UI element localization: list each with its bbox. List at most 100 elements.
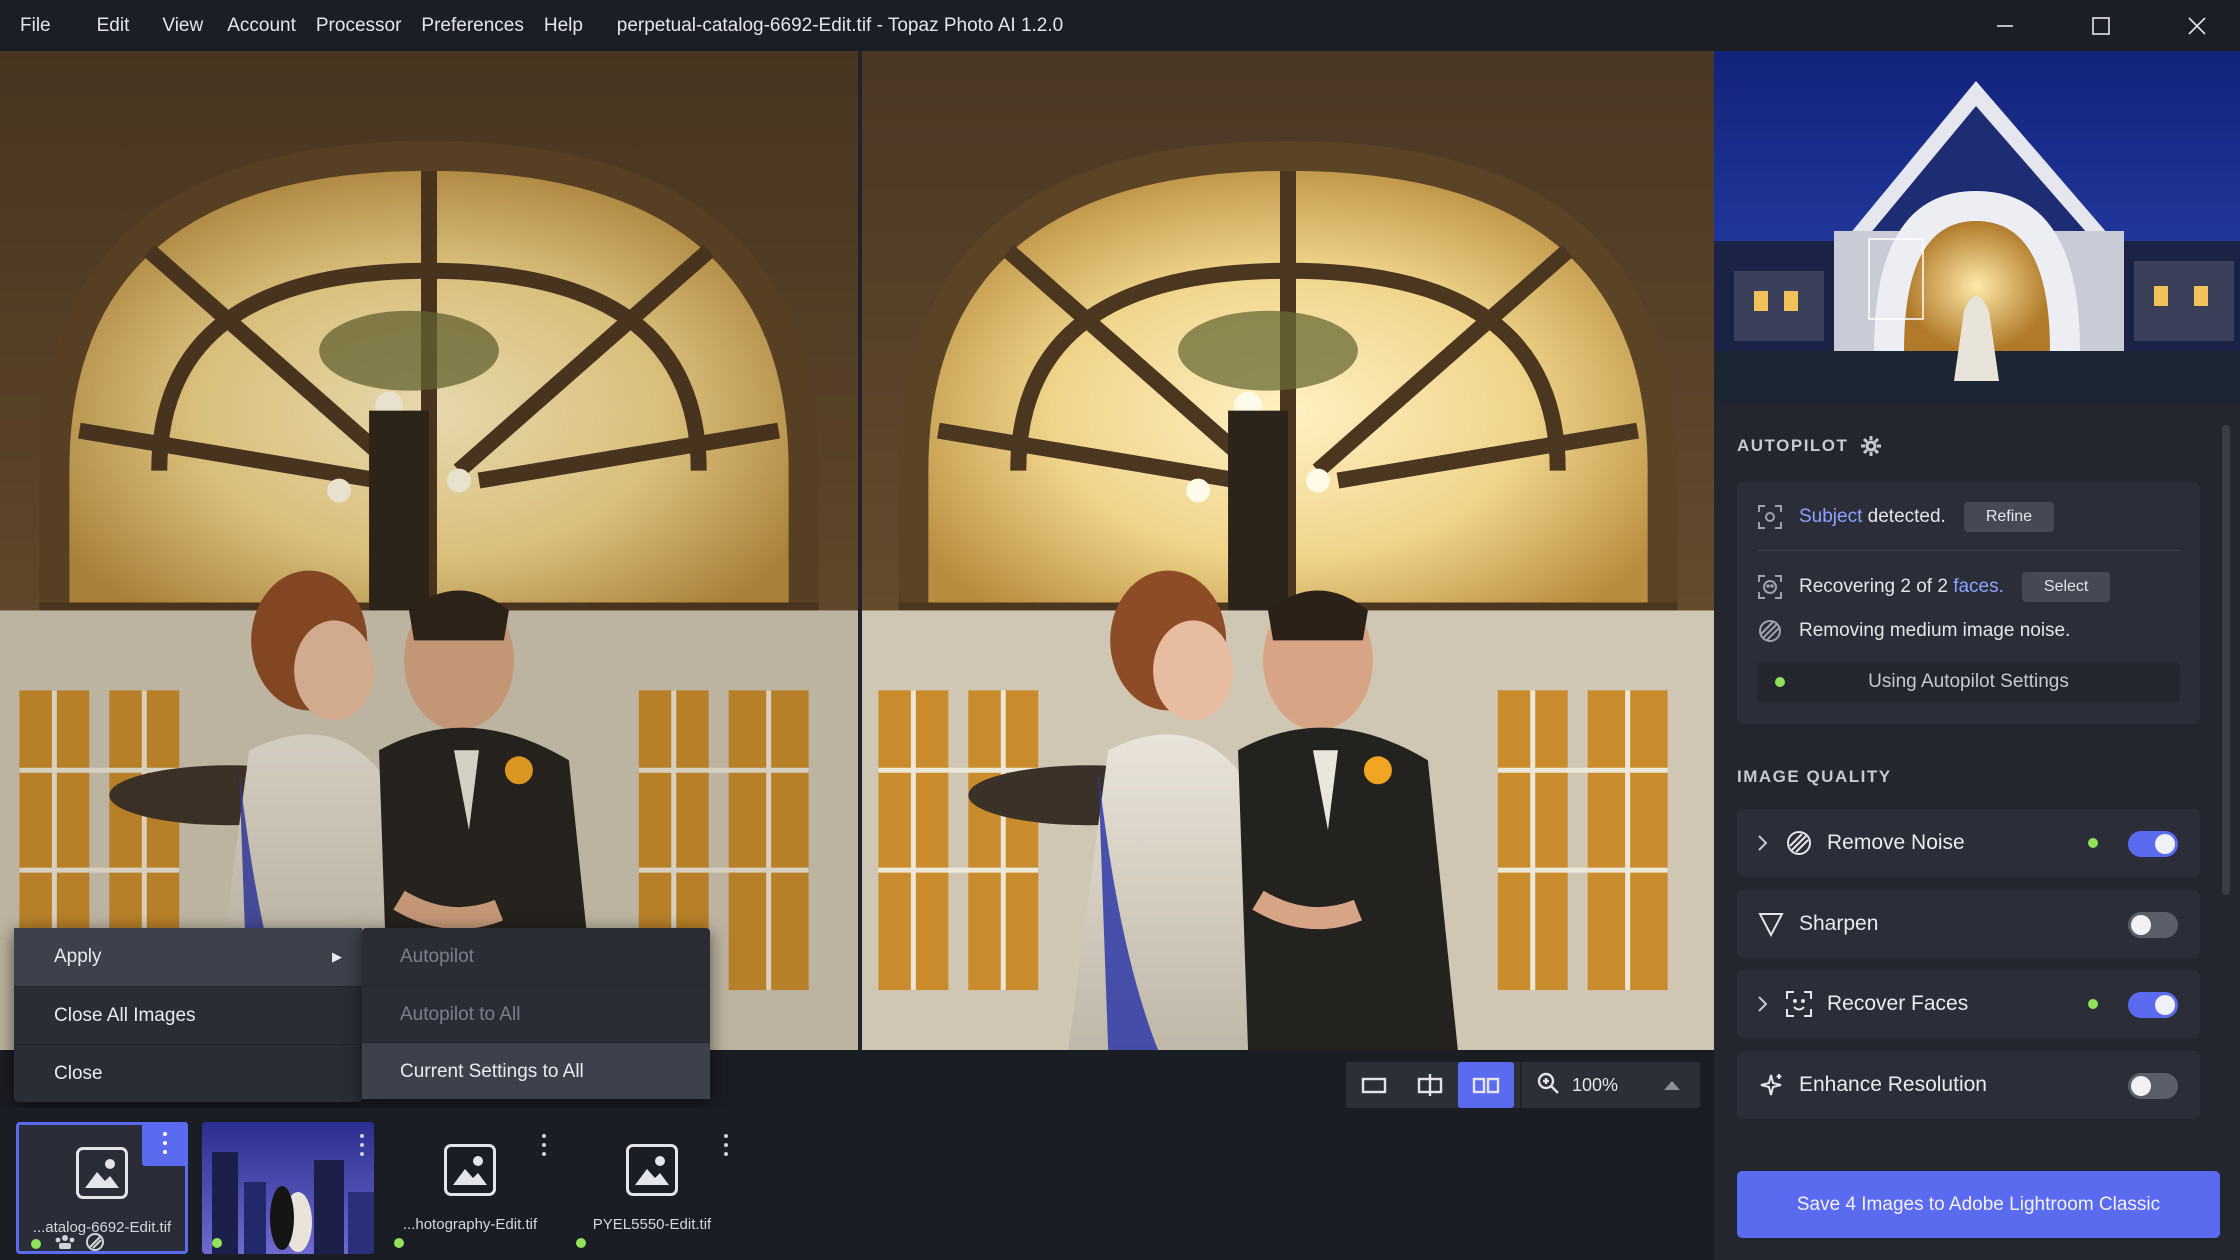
faces-row: Recovering 2 of 2 faces. Select — [1757, 568, 2111, 606]
close-window-button[interactable] — [2149, 0, 2240, 51]
enhance-resolution-row[interactable]: Enhance Resolution — [1737, 1051, 2200, 1119]
more-options-icon[interactable] — [542, 1134, 546, 1161]
faces-link[interactable]: faces. — [1953, 576, 2004, 598]
face-icon — [1757, 574, 1783, 600]
refine-button[interactable]: Refine — [1963, 502, 2055, 532]
submenu-current-settings-to-all[interactable]: Current Settings to All — [362, 1042, 710, 1099]
panel-scrollbar[interactable] — [2222, 425, 2230, 895]
apply-submenu: Autopilot Autopilot to All Current Setti… — [362, 928, 710, 1099]
submenu-arrow-icon: ▶ — [332, 949, 342, 964]
gear-icon[interactable] — [1860, 435, 1882, 457]
thumb-photo — [202, 1122, 374, 1254]
navigator-photo — [1714, 51, 2240, 403]
sharpen-icon — [1757, 910, 1785, 938]
noise-text: Removing medium image noise. — [1799, 620, 2071, 641]
status-dot — [2088, 838, 2098, 848]
image-quality-heading: IMAGE QUALITY — [1737, 767, 1892, 786]
autopilot-separator — [1757, 550, 2180, 551]
save-button[interactable]: Save 4 Images to Adobe Lightroom Classic — [1737, 1171, 2220, 1238]
thumbnail-context-menu: Apply ▶ Close All Images Close — [14, 928, 362, 1102]
more-options-icon — [163, 1132, 167, 1159]
maximize-icon — [2092, 16, 2110, 35]
subject-link[interactable]: Subject — [1799, 506, 1862, 528]
thumb-filename: ...hotography-Edit.tif — [402, 1216, 538, 1233]
filmstrip-thumb-3[interactable]: ...hotography-Edit.tif — [384, 1122, 556, 1254]
remove-noise-label: Remove Noise — [1827, 831, 1965, 854]
enhance-resolution-label: Enhance Resolution — [1799, 1073, 1987, 1096]
preview-image-pane[interactable] — [862, 51, 1714, 1050]
split-view-button[interactable] — [1402, 1062, 1458, 1108]
sharpen-row[interactable]: Sharpen — [1737, 890, 2200, 958]
status-dot — [212, 1238, 222, 1248]
recover-faces-row[interactable]: Recover Faces — [1737, 970, 2200, 1038]
status-dot — [2088, 999, 2098, 1009]
faces-icon — [55, 1235, 75, 1249]
submenu-autopilot-to-all: Autopilot to All — [362, 985, 710, 1042]
zoom-icon[interactable] — [1536, 1071, 1560, 1100]
filmstrip: ...atalog-6692-Edit.tif ...hotography-Ed… — [0, 1108, 1714, 1260]
noise-icon — [86, 1233, 104, 1251]
filmstrip-thumb-1[interactable]: ...atalog-6692-Edit.tif — [16, 1122, 188, 1254]
single-view-button[interactable] — [1346, 1062, 1402, 1108]
chevron-right-icon[interactable] — [1755, 994, 1769, 1019]
side-by-side-view-button[interactable] — [1458, 1062, 1514, 1108]
single-view-icon — [1361, 1077, 1387, 1094]
context-apply[interactable]: Apply ▶ — [14, 928, 362, 986]
autopilot-heading: AUTOPILOT — [1737, 435, 1882, 457]
subject-row: Subject detected. Refine — [1757, 498, 2055, 536]
thumb-menu-button[interactable] — [142, 1122, 188, 1166]
autopilot-status-text: Using Autopilot Settings — [1868, 671, 2069, 692]
remove-noise-toggle[interactable] — [2128, 831, 2178, 857]
original-photo — [0, 51, 858, 1050]
filmstrip-thumb-2[interactable] — [202, 1122, 374, 1254]
chevron-right-icon[interactable] — [1755, 833, 1769, 858]
processed-photo — [862, 51, 1714, 1050]
navigator-preview[interactable] — [1714, 51, 2240, 403]
autopilot-status[interactable]: Using Autopilot Settings — [1757, 662, 2180, 702]
enhance-resolution-icon — [1757, 1071, 1785, 1099]
faces-text: Recovering 2 of 2 — [1799, 576, 1948, 597]
image-viewer[interactable] — [0, 51, 1714, 1050]
sharpen-label: Sharpen — [1799, 912, 1879, 935]
subject-text: detected. — [1867, 506, 1946, 527]
recover-faces-label: Recover Faces — [1827, 992, 1969, 1015]
remove-noise-icon — [1785, 829, 1813, 857]
more-options-icon[interactable] — [360, 1134, 364, 1161]
sharpen-toggle[interactable] — [2128, 912, 2178, 938]
more-options-icon[interactable] — [724, 1134, 728, 1161]
context-apply-label: Apply — [54, 946, 102, 967]
zoom-level[interactable]: 100% — [1572, 1075, 1652, 1096]
thumb-filename: PYEL5550-Edit.tif — [592, 1216, 712, 1233]
window-title: perpetual-catalog-6692-Edit.tif - Topaz … — [616, 15, 1064, 36]
filmstrip-thumb-4[interactable]: PYEL5550-Edit.tif — [566, 1122, 738, 1254]
subject-icon — [1757, 504, 1783, 530]
view-controls-divider — [1520, 1062, 1522, 1108]
image-placeholder-icon — [444, 1144, 496, 1196]
original-image-pane[interactable] — [0, 51, 858, 1050]
side-by-side-view-icon — [1472, 1077, 1500, 1094]
split-view-icon — [1417, 1074, 1443, 1096]
submenu-autopilot: Autopilot — [400, 946, 474, 967]
status-dot — [394, 1238, 404, 1248]
status-dot — [1775, 677, 1785, 687]
recover-faces-icon — [1785, 990, 1813, 1018]
status-dot — [31, 1239, 41, 1249]
image-placeholder-icon — [76, 1147, 128, 1199]
noise-row: Removing medium image noise. — [1757, 612, 2070, 650]
recover-faces-toggle[interactable] — [2128, 992, 2178, 1018]
select-button[interactable]: Select — [2021, 572, 2111, 602]
autopilot-title: AUTOPILOT — [1737, 436, 1849, 455]
autopilot-card: Subject detected. Refine Recovering 2 of… — [1737, 482, 2200, 724]
minimize-icon — [1997, 24, 2013, 27]
minimize-button[interactable] — [1957, 0, 2053, 51]
maximize-button[interactable] — [2053, 0, 2149, 51]
noise-icon — [1757, 618, 1783, 644]
remove-noise-row[interactable]: Remove Noise — [1737, 809, 2200, 877]
context-close[interactable]: Close — [14, 1044, 362, 1102]
status-dot — [576, 1238, 586, 1248]
zoom-dropdown-icon[interactable] — [1664, 1080, 1680, 1090]
view-controls: 100% — [1346, 1062, 1700, 1108]
enhance-resolution-toggle[interactable] — [2128, 1073, 2178, 1099]
image-placeholder-icon — [626, 1144, 678, 1196]
context-close-all-images[interactable]: Close All Images — [14, 986, 362, 1044]
